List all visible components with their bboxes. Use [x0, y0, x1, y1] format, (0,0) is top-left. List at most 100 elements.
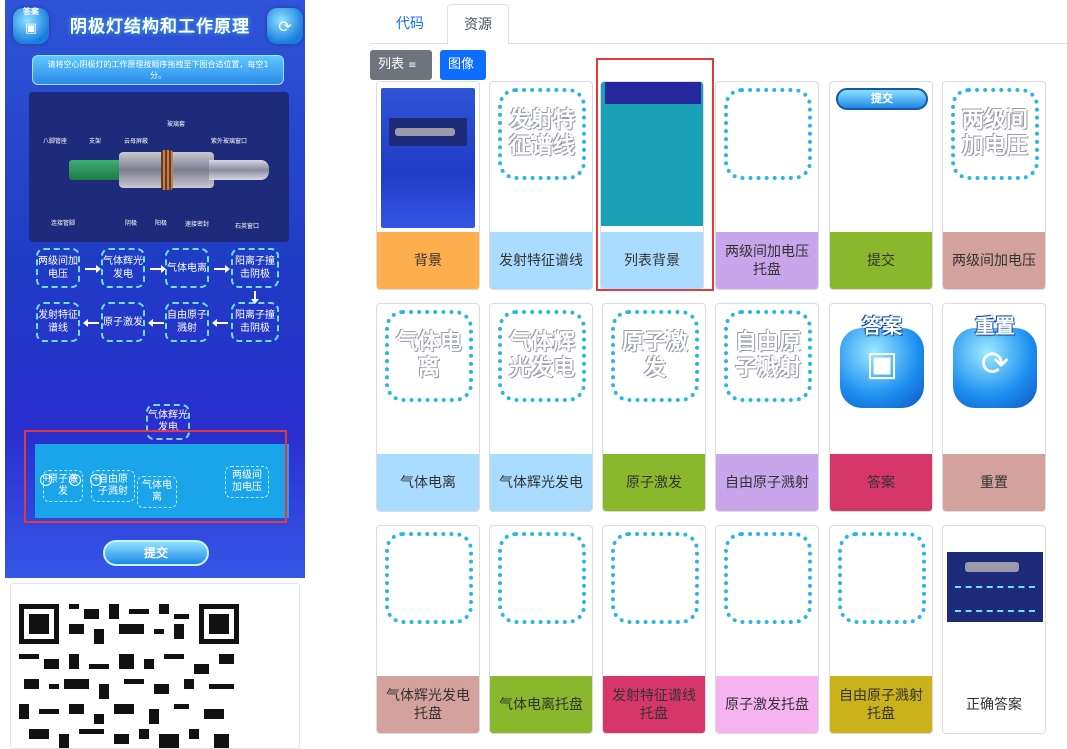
editor-tabs: 代码 资源 — [370, 2, 1067, 45]
answer-label: 答案 — [23, 7, 39, 16]
resource-card[interactable]: 气体辉光发电 气体辉光发电 — [489, 303, 593, 512]
correct-answer-preview-image — [947, 552, 1043, 622]
resource-card[interactable]: 背景 — [376, 81, 480, 290]
flow-slot[interactable]: 阳离子撞击阴极 — [231, 302, 279, 342]
dashed-slot-image — [611, 532, 699, 624]
refresh-glyph: ⟳ — [980, 344, 1010, 384]
dashed-slot-image — [838, 532, 926, 624]
flow-slot[interactable]: 阳离子撞击阴极 — [231, 248, 279, 288]
dashed-slot-image: 发射特征谱线 — [498, 88, 586, 180]
dashed-slot-image: 气体辉光发电 — [498, 310, 586, 402]
resource-card[interactable]: 答案 ▣ 答案 — [829, 303, 933, 512]
dashed-slot-image: 气体电离 — [385, 310, 473, 402]
resource-thumbnail — [830, 526, 932, 678]
resource-caption: 背景 — [377, 232, 479, 289]
flow-slot[interactable]: 原子激发 — [101, 302, 145, 342]
answer-button[interactable]: 答案 ▣ — [13, 7, 49, 44]
tab-resources[interactable]: 资源 — [447, 4, 509, 45]
arrow-left-icon — [148, 319, 164, 327]
highlight-frame — [24, 430, 287, 523]
dashed-slot-image — [724, 532, 812, 624]
flow-slot[interactable]: 自由原子溅射 — [165, 302, 209, 342]
resource-card[interactable]: 正确答案 — [942, 525, 1046, 734]
instruction-banner: 请将空心阴极灯的工作原理按顺序拖拽至下图合适位置，每空1分。 — [32, 55, 284, 85]
diagram-label: 石英窗口 — [235, 223, 260, 230]
resource-thumbnail — [603, 526, 705, 678]
resource-thumbnail: 气体辉光发电 — [490, 304, 592, 456]
resource-thumbnail — [490, 526, 592, 678]
resource-thumbnail: 自由原子溅射 — [716, 304, 818, 456]
diagram-label: 玻璃套 — [167, 121, 186, 128]
flow-slot[interactable]: 两级间加电压 — [36, 248, 80, 288]
resource-thumbnail — [943, 526, 1045, 678]
image-view-button[interactable]: 图像 — [440, 50, 486, 80]
resource-caption: 重置 — [943, 454, 1045, 511]
lamp-tube-image — [69, 148, 269, 192]
resource-card[interactable]: 自由原子溅射托盘 — [829, 525, 933, 734]
resource-caption: 气体电离托盘 — [490, 676, 592, 733]
resource-thumbnail — [716, 526, 818, 678]
answer-icon: 答案 ▣ — [836, 310, 928, 410]
flow-slot[interactable]: 气体电离 — [165, 248, 209, 288]
resource-thumbnail — [377, 526, 479, 678]
resource-caption: 两级间加电压托盘 — [716, 232, 818, 289]
resource-card[interactable]: 重置 ⟳ 重置 — [942, 303, 1046, 512]
diagram-label: 支架 — [89, 138, 102, 145]
dashed-slot-image — [385, 532, 473, 624]
reset-button[interactable]: ⟳ — [267, 8, 303, 44]
qr-code-card — [10, 583, 300, 749]
resource-card[interactable]: 原子激发 原子激发 — [602, 303, 706, 512]
resource-thumbnail — [377, 82, 479, 234]
icon-label: 答案 — [862, 314, 902, 338]
resource-thumbnail: 两级间加电压 — [943, 82, 1045, 234]
arrow-down-icon — [251, 291, 259, 304]
resource-card[interactable]: 气体电离 气体电离 — [376, 303, 480, 512]
resource-caption: 气体电离 — [377, 454, 479, 511]
list-view-button[interactable]: 列表 ≡ — [370, 50, 432, 80]
sort-icon: ≡ — [408, 60, 417, 71]
diagram-label: 连接管脚 — [51, 220, 76, 227]
dashed-slot-image — [724, 88, 812, 180]
list-view-label: 列表 — [378, 57, 405, 72]
dashed-slot-image: 两级间加电压 — [951, 88, 1039, 180]
qr-code-image — [19, 604, 239, 748]
background-preview-image — [381, 88, 475, 228]
flow-slot[interactable]: 发射特征谱线 — [36, 302, 80, 342]
resource-card[interactable]: 提交 提交 — [829, 81, 933, 290]
resource-card[interactable]: 发射特征谱线 发射特征谱线 — [489, 81, 593, 290]
resource-caption: 气体辉光发电 — [490, 454, 592, 511]
submit-button[interactable]: 提交 — [103, 540, 209, 566]
resource-caption: 原子激发托盘 — [716, 676, 818, 733]
resource-card[interactable]: 原子激发托盘 — [715, 525, 819, 734]
resource-card[interactable]: 发射特征谱线托盘 — [602, 525, 706, 734]
resource-card[interactable]: 两级间加电压 两级间加电压 — [942, 81, 1046, 290]
dashed-slot-image — [498, 532, 586, 624]
arrow-right-icon — [85, 265, 101, 273]
diagram-label: 阳极 — [155, 220, 168, 227]
resource-caption: 自由原子溅射 — [716, 454, 818, 511]
flow-slot[interactable]: 气体辉光发电 — [101, 248, 145, 288]
diagram-label: 速接密封 — [185, 221, 210, 228]
resource-card[interactable]: 两级间加电压托盘 — [715, 81, 819, 290]
diagram-label: 云母屏蔽 — [124, 138, 149, 145]
diagram-label: 阴极 — [125, 220, 138, 227]
resource-card[interactable]: 气体辉光发电托盘 — [376, 525, 480, 734]
resource-caption: 发射特征谱线 — [490, 232, 592, 289]
resource-thumbnail: 重置 ⟳ — [943, 304, 1045, 456]
diagram-label: 紫外玻璃窗口 — [211, 138, 248, 145]
book-flask-glyph: ▣ — [865, 344, 899, 384]
resource-caption: 提交 — [830, 232, 932, 289]
resource-thumbnail: 提交 — [830, 82, 932, 234]
arrow-left-icon — [212, 319, 228, 327]
phone-title: 阴极灯结构和工作原理 — [70, 17, 250, 37]
resource-card[interactable]: 气体电离托盘 — [489, 525, 593, 734]
resource-thumbnail: 发射特征谱线 — [490, 82, 592, 234]
dashed-slot-image: 自由原子溅射 — [724, 310, 812, 402]
app-root: 答案 ▣ 阴极灯结构和工作原理 ⟳ 请将空心阴极灯的工作原理按顺序拖拽至下图合适… — [0, 0, 1067, 749]
resource-caption: 气体辉光发电托盘 — [377, 676, 479, 733]
resource-card[interactable]: 自由原子溅射 自由原子溅射 — [715, 303, 819, 512]
resource-thumbnail: 答案 ▣ — [830, 304, 932, 456]
tab-code[interactable]: 代码 — [380, 4, 440, 45]
dashed-slot-image: 原子激发 — [611, 310, 699, 402]
resource-caption: 两级间加电压 — [943, 232, 1045, 289]
